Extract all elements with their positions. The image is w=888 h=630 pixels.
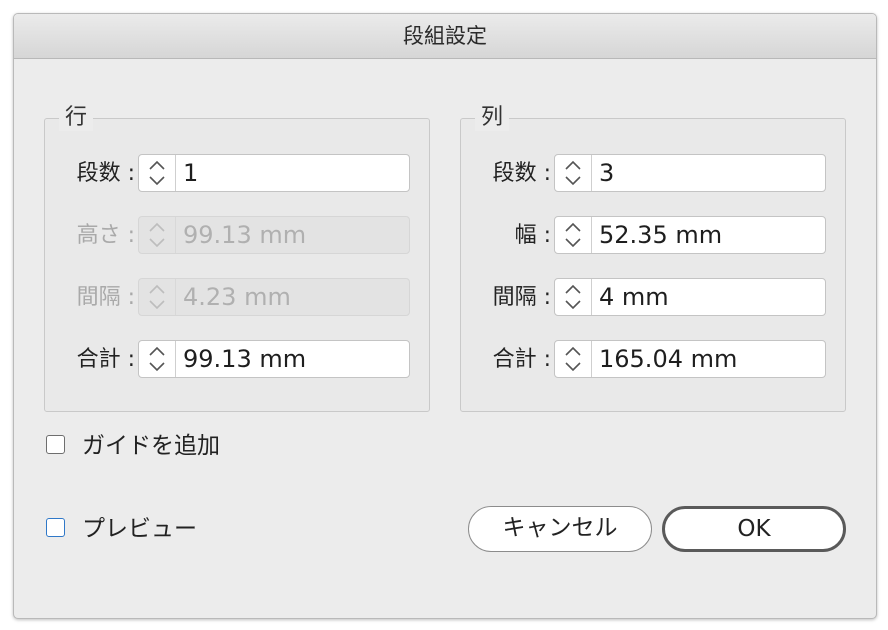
- rows-height-row: 高さ : 99.13 mm: [45, 216, 429, 256]
- up-down-chevron-icon: [565, 346, 581, 372]
- ok-button[interactable]: OK: [662, 506, 846, 552]
- dialog-title: 段組設定: [14, 14, 876, 59]
- column-settings-dialog: 段組設定 行 段数 : 1 高さ : 99.13 mm 間隔 : 4.23 mm…: [13, 13, 877, 619]
- rows-gutter-row: 間隔 : 4.23 mm: [45, 278, 429, 318]
- columns-count-input[interactable]: 3: [599, 155, 614, 191]
- rows-group-legend: 行: [59, 105, 94, 131]
- rows-gutter-field: 4.23 mm: [138, 278, 410, 316]
- up-down-chevron-icon: [149, 160, 165, 186]
- columns-width-field[interactable]: 52.35 mm: [554, 216, 826, 254]
- add-guides-option[interactable]: ガイドを追加: [46, 431, 306, 461]
- up-down-chevron-icon: [565, 160, 581, 186]
- columns-gutter-input[interactable]: 4 mm: [599, 279, 669, 315]
- rows-total-input[interactable]: 99.13 mm: [183, 341, 306, 377]
- preview-option[interactable]: プレビュー: [46, 514, 306, 544]
- columns-group: 列 段数 : 3 幅 : 52.35 mm 間隔 : 4 mm 合計: 165…: [460, 105, 846, 412]
- columns-total-label: 合計 :: [492, 347, 551, 372]
- columns-count-label: 段数 :: [492, 161, 551, 186]
- rows-count-input[interactable]: 1: [183, 155, 198, 191]
- add-guides-label[interactable]: ガイドを追加: [82, 431, 220, 461]
- cancel-button[interactable]: キャンセル: [468, 506, 652, 552]
- rows-count-label: 段数 :: [76, 161, 135, 186]
- rows-total-label: 合計 :: [76, 347, 135, 372]
- up-down-chevron-icon: [565, 284, 581, 310]
- columns-count-stepper[interactable]: [555, 155, 592, 191]
- columns-group-legend: 列: [475, 105, 510, 131]
- rows-height-stepper: [139, 217, 176, 253]
- columns-total-stepper[interactable]: [555, 341, 592, 377]
- columns-count-row: 段数 : 3: [461, 154, 845, 194]
- columns-total-row: 合計 : 165.04 mm: [461, 340, 845, 380]
- columns-width-row: 幅 : 52.35 mm: [461, 216, 845, 256]
- columns-total-field[interactable]: 165.04 mm: [554, 340, 826, 378]
- rows-height-input: 99.13 mm: [183, 221, 307, 249]
- rows-total-row: 合計 : 99.13 mm: [45, 340, 429, 380]
- rows-total-stepper[interactable]: [139, 341, 176, 377]
- rows-group: 行 段数 : 1 高さ : 99.13 mm 間隔 : 4.23 mm 合計:…: [44, 105, 430, 412]
- rows-gutter-label: 間隔 :: [76, 285, 135, 310]
- columns-gutter-stepper[interactable]: [555, 279, 592, 315]
- preview-checkbox-icon[interactable]: [46, 518, 65, 537]
- rows-count-field[interactable]: 1: [138, 154, 410, 192]
- up-down-chevron-icon: [149, 222, 165, 248]
- up-down-chevron-icon: [149, 284, 165, 310]
- rows-gutter-input: 4.23 mm: [183, 283, 291, 311]
- columns-gutter-label: 間隔 :: [492, 285, 551, 310]
- rows-total-field[interactable]: 99.13 mm: [138, 340, 410, 378]
- rows-gutter-stepper: [139, 279, 176, 315]
- up-down-chevron-icon: [149, 346, 165, 372]
- columns-total-input[interactable]: 165.04 mm: [599, 341, 737, 377]
- columns-gutter-row: 間隔 : 4 mm: [461, 278, 845, 318]
- rows-count-stepper[interactable]: [139, 155, 176, 191]
- rows-count-row: 段数 : 1: [45, 154, 429, 194]
- up-down-chevron-icon: [565, 222, 581, 248]
- columns-width-stepper[interactable]: [555, 217, 592, 253]
- columns-count-field[interactable]: 3: [554, 154, 826, 192]
- rows-height-label: 高さ :: [76, 223, 135, 248]
- columns-width-input[interactable]: 52.35 mm: [599, 217, 722, 253]
- preview-label[interactable]: プレビュー: [82, 514, 197, 544]
- add-guides-checkbox-icon[interactable]: [46, 435, 65, 454]
- rows-height-field: 99.13 mm: [138, 216, 410, 254]
- columns-width-label: 幅 :: [514, 223, 551, 248]
- columns-gutter-field[interactable]: 4 mm: [554, 278, 826, 316]
